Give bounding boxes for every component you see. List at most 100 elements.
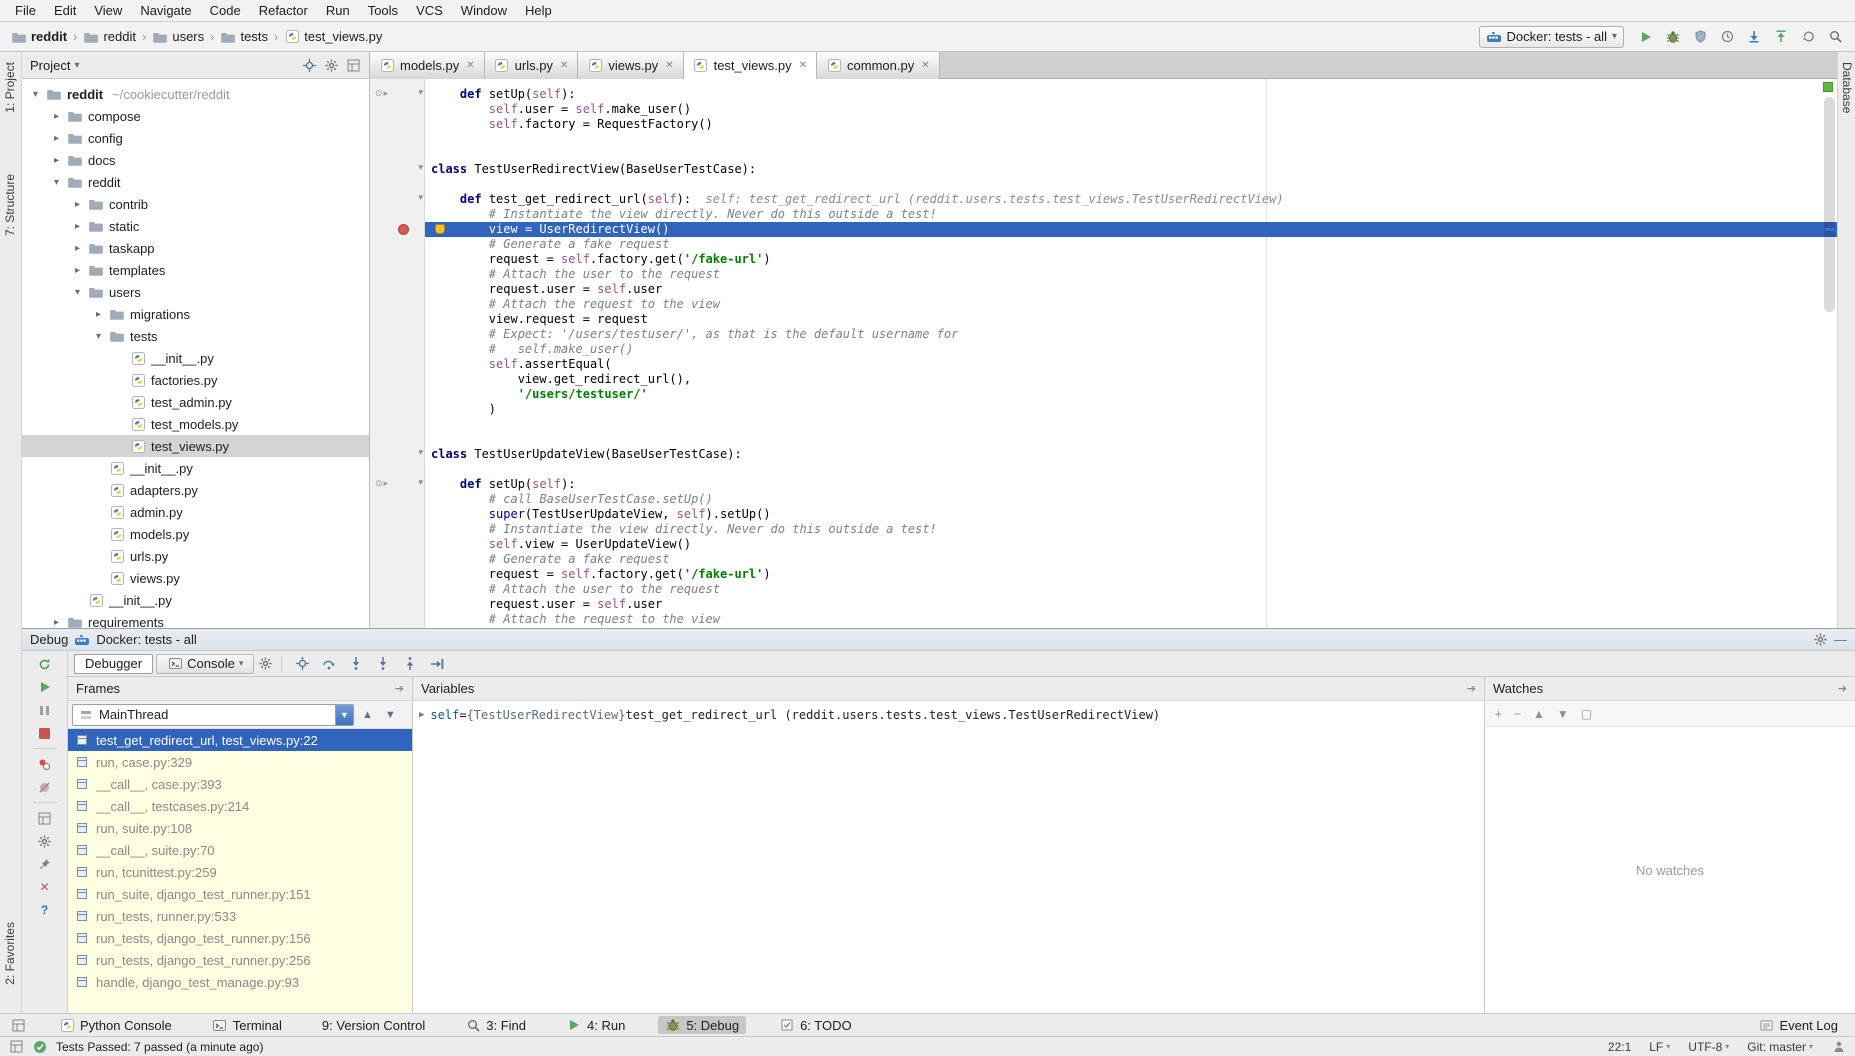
project-tree-item-test_models.py[interactable]: test_models.py (22, 413, 369, 435)
project-tree-item-adapters.py[interactable]: adapters.py (22, 479, 369, 501)
project-tree-item-migrations[interactable]: ▸migrations (22, 303, 369, 325)
gutter-row[interactable] (370, 522, 424, 537)
code-line[interactable]: def setUp(self): (425, 87, 1837, 102)
code-line[interactable]: request = self.factory.get('/fake-url') (425, 252, 1837, 267)
gutter-row[interactable] (370, 207, 424, 222)
code-line[interactable]: # Attach the user to the request (425, 582, 1837, 597)
hide-panel-icon[interactable]: ➔ (395, 682, 404, 695)
tree-collapsed-icon[interactable]: ▸ (51, 133, 62, 144)
menu-view[interactable]: View (85, 0, 131, 21)
gutter-row[interactable] (370, 252, 424, 267)
menu-tools[interactable]: Tools (359, 0, 407, 21)
tool-stripe-project[interactable]: 1: Project (3, 62, 17, 113)
project-tree-item-static[interactable]: ▸static (22, 215, 369, 237)
hide-tool-window-icon[interactable]: — (1834, 632, 1847, 647)
code-line[interactable] (425, 132, 1837, 147)
chevron-down-icon[interactable]: ▾ (74, 60, 79, 71)
pin-tab-icon[interactable] (37, 856, 53, 872)
gutter-row[interactable] (370, 537, 424, 552)
commit-changes-button[interactable] (1769, 26, 1793, 48)
code-line[interactable]: # call BaseUserTestCase.setUp() (425, 492, 1837, 507)
project-tree-item-models.py[interactable]: models.py (22, 523, 369, 545)
project-tree-item-reddit[interactable]: ▾reddit (22, 171, 369, 193)
expand-arrow-icon[interactable]: ▶ (419, 706, 424, 724)
gutter-row[interactable] (370, 582, 424, 597)
code-line[interactable]: # Generate a fake request (425, 552, 1837, 567)
search-everywhere-button[interactable] (1823, 26, 1847, 48)
gutter-row[interactable]: ⊙▸▾ (370, 477, 424, 492)
project-tree-item-factories.py[interactable]: factories.py (22, 369, 369, 391)
gutter-row[interactable] (370, 492, 424, 507)
add-watch-button[interactable]: + (1495, 707, 1502, 721)
step-into-button[interactable] (344, 653, 368, 675)
editor-tab-urls.py[interactable]: urls.py✕ (485, 52, 579, 79)
project-tree-item-contrib[interactable]: ▸contrib (22, 193, 369, 215)
stack-frame[interactable]: run, tcunittest.py:259 (68, 861, 412, 883)
fold-arrow-icon[interactable]: ▾ (418, 162, 423, 173)
gutter-row[interactable] (370, 357, 424, 372)
gutter-row[interactable] (370, 312, 424, 327)
project-tree-item-__init__.py[interactable]: __init__.py (22, 347, 369, 369)
gutter-row[interactable] (370, 402, 424, 417)
tool-window-button-run[interactable]: 4: Run (559, 1016, 632, 1034)
gutter-row[interactable] (370, 627, 424, 628)
update-project-button[interactable] (1742, 26, 1766, 48)
tool-window-button-version-control[interactable]: 9: Version Control (315, 1017, 432, 1034)
menu-help[interactable]: Help (516, 0, 561, 21)
code-line[interactable]: self.user = self.make_user() (425, 102, 1837, 117)
tool-window-button-debug[interactable]: 5: Debug (658, 1016, 746, 1034)
locate-icon[interactable] (301, 57, 317, 73)
console-settings-icon[interactable] (257, 656, 273, 672)
project-tree-item-admin.py[interactable]: admin.py (22, 501, 369, 523)
stack-frame[interactable]: handle, django_test_manage.py:93 (68, 971, 412, 993)
gutter-row[interactable] (370, 387, 424, 402)
gutter-row[interactable]: ▾ (370, 162, 424, 177)
method-marker-icon[interactable]: ⊙▸ (375, 88, 389, 99)
code-line[interactable]: request = self.factory.get('/fake-url') (425, 567, 1837, 582)
project-tree-item-compose[interactable]: ▸compose (22, 105, 369, 127)
stack-frame[interactable]: __call__, suite.py:70 (68, 839, 412, 861)
gutter-row[interactable]: ▾ (370, 192, 424, 207)
tree-expanded-icon[interactable]: ▾ (93, 331, 104, 342)
breadcrumb-item-tests[interactable]: tests (217, 29, 270, 45)
code-line[interactable]: '/users/testuser/' (425, 387, 1837, 402)
tree-expanded-icon[interactable]: ▾ (51, 177, 62, 188)
code-line[interactable]: # self.make_user() (425, 342, 1837, 357)
close-icon[interactable]: ✕ (799, 60, 807, 71)
code-line[interactable]: super(TestUserUpdateView, self).setUp() (425, 507, 1837, 522)
tool-window-button-todo[interactable]: 6: TODO (772, 1016, 859, 1034)
code-line[interactable]: class TestUserUpdateView(BaseUserTestCas… (425, 447, 1837, 462)
gutter-row[interactable] (370, 147, 424, 162)
menu-window[interactable]: Window (452, 0, 516, 21)
code-line[interactable] (425, 417, 1837, 432)
code-line[interactable] (425, 432, 1837, 447)
stack-frame[interactable]: run, case.py:329 (68, 751, 412, 773)
code-line[interactable]: class TestUserRedirectView(BaseUserTestC… (425, 162, 1837, 177)
editor-tab-views.py[interactable]: views.py✕ (578, 52, 683, 79)
tool-stripe-database[interactable]: Database (1840, 62, 1854, 113)
project-tree-item-docs[interactable]: ▸docs (22, 149, 369, 171)
gutter-row[interactable] (370, 552, 424, 567)
editor-tab-common.py[interactable]: common.py✕ (817, 52, 940, 79)
help-icon[interactable]: ? (37, 902, 53, 918)
menu-vcs[interactable]: VCS (407, 0, 452, 21)
gutter-row[interactable] (370, 342, 424, 357)
tool-window-button-find[interactable]: 3: Find (458, 1016, 533, 1034)
editor-code-area[interactable]: def setUp(self): self.user = self.make_u… (425, 79, 1837, 628)
menu-run[interactable]: Run (317, 0, 359, 21)
tool-window-button-python-console[interactable]: Python Console (52, 1016, 179, 1034)
hide-panel-icon[interactable]: ➔ (1467, 682, 1476, 695)
fold-arrow-icon[interactable]: ▾ (418, 477, 423, 488)
inspection-status-icon[interactable] (1823, 82, 1833, 92)
code-line[interactable]: # Attach the request to the view (425, 612, 1837, 627)
gear-icon[interactable] (1812, 632, 1828, 648)
code-editor[interactable]: ⊙▸▾▾▾▾⊙▸▾ def setUp(self): self.user = s… (370, 79, 1837, 628)
gutter-row[interactable] (370, 462, 424, 477)
tree-expanded-icon[interactable]: ▾ (30, 89, 41, 100)
code-line[interactable]: view.get_redirect_url(), (425, 372, 1837, 387)
tree-collapsed-icon[interactable]: ▸ (51, 155, 62, 166)
tree-collapsed-icon[interactable]: ▸ (72, 243, 83, 254)
code-line[interactable]: def setUp(self): (425, 477, 1837, 492)
code-line[interactable]: self.assertEqual( (425, 357, 1837, 372)
code-line[interactable]: # Attach the request to the view (425, 297, 1837, 312)
